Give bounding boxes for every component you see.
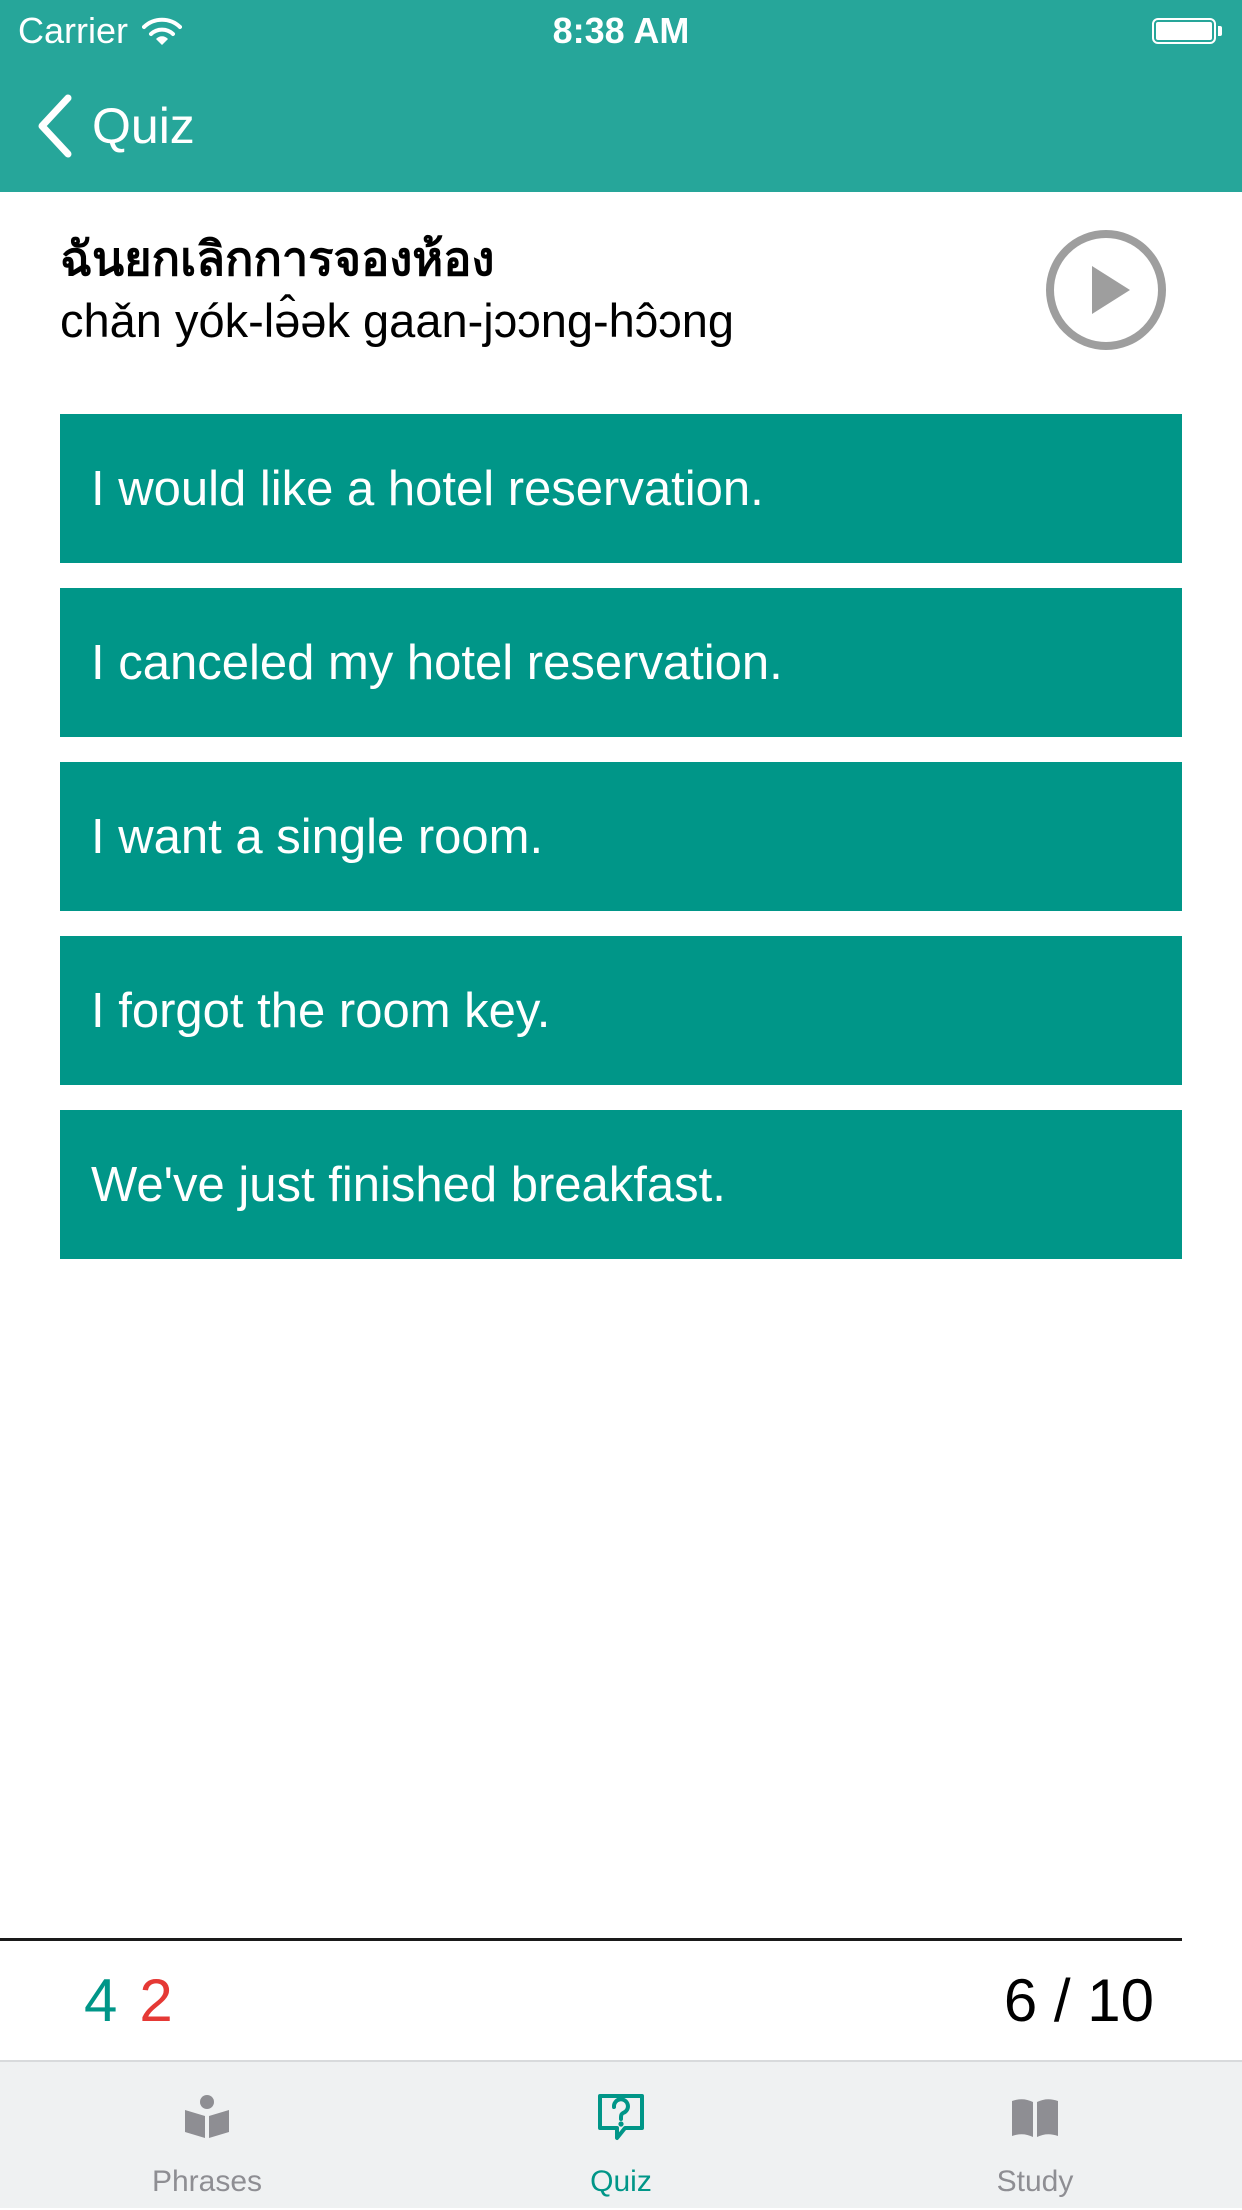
tab-study-label: Study [996, 2165, 1074, 2198]
back-label: Quiz [92, 98, 195, 154]
open-book-icon [1012, 2099, 1058, 2137]
prompt-transliteration: chǎn yók-lə̂ək gaan-jɔɔng-hɔ̂ɔng [60, 294, 735, 347]
tab-bar: Phrases Quiz Study [0, 2060, 1242, 2208]
tab-study[interactable]: Study [828, 2062, 1242, 2210]
tab-quiz-label: Quiz [590, 2165, 652, 2198]
battery-icon [1152, 16, 1224, 46]
question-prompt: ฉันยกเลิกการจองห้อง chǎn yók-lə̂ək gaan-… [60, 228, 1000, 352]
question-progress: 6 / 10 [1003, 1967, 1154, 2034]
chevron-left-icon [38, 94, 72, 158]
book-reader-icon [185, 2095, 229, 2138]
tab-quiz[interactable]: Quiz [414, 2062, 828, 2210]
correct-count: 4 [84, 1967, 118, 2034]
incorrect-count: 2 [139, 1967, 173, 2034]
nav-header: Carrier 8:38 AM Quiz [0, 0, 1242, 192]
answer-option-2[interactable]: I canceled my hotel reservation. [60, 588, 1182, 737]
answer-option-5[interactable]: We've just finished breakfast. [60, 1110, 1182, 1259]
score-divider [0, 1938, 1182, 1941]
answer-option-4[interactable]: I forgot the room key. [60, 936, 1182, 1085]
prompt-thai-text: ฉันยกเลิกการจองห้อง [60, 232, 495, 285]
question-bubble-icon [598, 2094, 644, 2140]
play-audio-button[interactable] [1044, 228, 1168, 352]
status-time: 8:38 AM [552, 10, 690, 51]
answer-option-1[interactable]: I would like a hotel reservation. [60, 414, 1182, 563]
status-bar: Carrier 8:38 AM [0, 0, 1242, 62]
tab-phrases-label: Phrases [151, 2165, 263, 2198]
score-counter: 4 2 [84, 1966, 173, 2036]
back-button[interactable]: Quiz [34, 92, 195, 160]
answer-option-3[interactable]: I want a single room. [60, 762, 1182, 911]
tab-phrases[interactable]: Phrases [0, 2062, 414, 2210]
